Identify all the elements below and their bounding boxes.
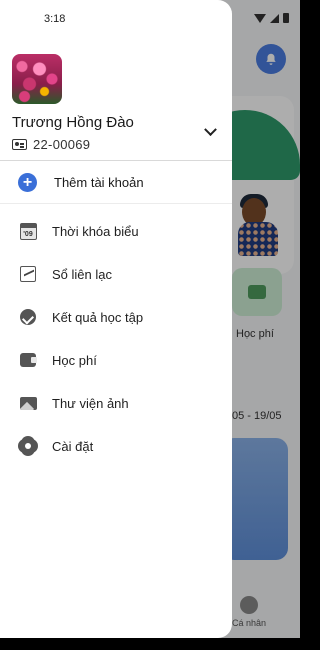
- add-account-button[interactable]: + Thêm tài khoản: [0, 166, 232, 200]
- status-icons: [254, 13, 289, 23]
- contact-book-icon: [19, 265, 37, 283]
- menu-item-label: Kết quả học tập: [52, 310, 144, 325]
- student-id: 22-00069: [33, 137, 91, 152]
- student-id-row: 22-00069: [12, 137, 90, 152]
- drawer-menu: '09 Thời khóa biểu Sổ liên lạc Kết quả h…: [0, 210, 232, 468]
- menu-item-contact-book[interactable]: Sổ liên lạc: [0, 253, 232, 296]
- avatar[interactable]: [12, 54, 62, 104]
- menu-item-photo-library[interactable]: Thư viện ảnh: [0, 382, 232, 425]
- user-name: Trương Hồng Đào: [12, 114, 134, 131]
- divider: [0, 160, 232, 161]
- id-card-icon: [12, 139, 27, 150]
- menu-item-label: Thời khóa biểu: [52, 224, 139, 239]
- menu-item-label: Thư viện ảnh: [52, 396, 129, 411]
- app-screen: Học phí 05 - 19/05 Cá nhân 3:18 Trương H…: [0, 0, 300, 638]
- menu-item-timetable[interactable]: '09 Thời khóa biểu: [0, 210, 232, 253]
- calendar-badge: '09: [19, 222, 37, 240]
- cellular-icon: [270, 13, 279, 23]
- menu-item-tuition[interactable]: Học phí: [0, 339, 232, 382]
- wifi-icon: [254, 13, 266, 23]
- chevron-down-icon[interactable]: [202, 124, 218, 140]
- status-time: 3:18: [44, 13, 66, 25]
- divider: [0, 203, 232, 204]
- add-account-label: Thêm tài khoản: [54, 175, 144, 190]
- image-icon: [19, 394, 37, 412]
- navigation-drawer: 3:18 Trương Hồng Đào 22-00069 + Thêm tài…: [0, 0, 232, 638]
- gear-icon: [19, 437, 37, 455]
- academic-result-icon: [19, 308, 37, 326]
- menu-item-label: Cài đặt: [52, 439, 94, 454]
- wallet-icon: [19, 351, 37, 369]
- menu-item-label: Sổ liên lạc: [52, 267, 112, 282]
- menu-item-settings[interactable]: Cài đặt: [0, 425, 232, 468]
- menu-item-label: Học phí: [52, 353, 97, 368]
- plus-circle-icon: +: [18, 173, 37, 192]
- calendar-icon: '09: [19, 222, 37, 240]
- menu-item-academic-results[interactable]: Kết quả học tập: [0, 296, 232, 339]
- battery-icon: [283, 13, 289, 23]
- system-gesture-bar: [0, 638, 300, 650]
